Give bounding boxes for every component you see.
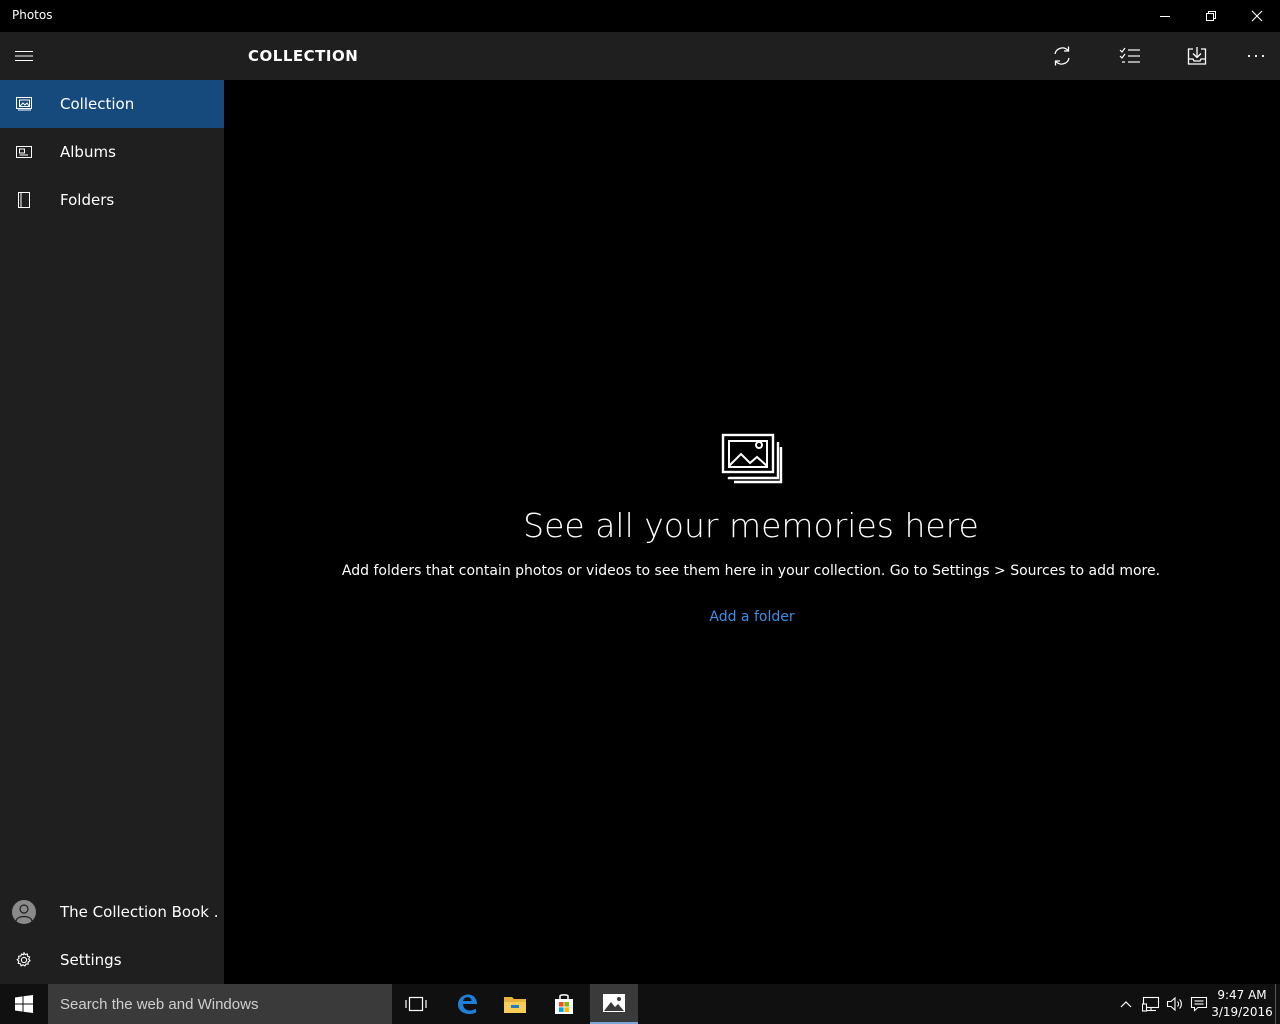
page-title: COLLECTION <box>248 47 359 65</box>
minimize-button[interactable] <box>1142 0 1188 32</box>
title-bar: Photos <box>0 0 1280 32</box>
restore-icon <box>1206 11 1216 21</box>
network-button[interactable] <box>1139 984 1163 1024</box>
windows-logo-icon <box>15 995 33 1013</box>
account-name: The Collection Book . <box>60 903 219 921</box>
album-icon <box>0 128 48 176</box>
volume-button[interactable] <box>1163 984 1187 1024</box>
sidebar-item-collection[interactable]: Collection <box>0 80 224 128</box>
sidebar-item-folders[interactable]: Folders <box>0 176 224 224</box>
sidebar-item-label: Settings <box>60 951 122 969</box>
store-button[interactable] <box>540 984 588 1024</box>
sidebar-item-label: Albums <box>60 143 116 161</box>
close-button[interactable] <box>1234 0 1280 32</box>
header: COLLECTION <box>224 32 1280 80</box>
more-icon <box>1247 54 1265 58</box>
app-title: Photos <box>12 8 53 22</box>
gear-icon <box>0 936 48 984</box>
photos-stack-icon <box>721 433 783 489</box>
sidebar-item-account[interactable]: The Collection Book . <box>0 888 224 936</box>
minimize-icon <box>1160 16 1170 17</box>
sidebar-item-label: Collection <box>60 95 135 113</box>
photos-icon <box>603 994 625 1012</box>
add-folder-link[interactable]: Add a folder <box>224 609 1280 625</box>
sidebar: Collection Albums Folders The Collection… <box>0 32 224 984</box>
task-view-button[interactable] <box>392 984 440 1024</box>
edge-icon <box>458 994 477 1014</box>
close-icon <box>1251 10 1263 22</box>
empty-state-description: Add folders that contain photos or video… <box>341 563 1161 579</box>
clock-time: 9:47 AM <box>1217 988 1267 1002</box>
refresh-button[interactable] <box>1038 32 1086 80</box>
taskbar: 9:47 AM 3/19/2016 <box>0 984 1280 1024</box>
start-button[interactable] <box>0 984 48 1024</box>
avatar <box>12 900 36 924</box>
chevron-up-icon <box>1120 1001 1132 1008</box>
volume-icon <box>1166 996 1182 1012</box>
restore-button[interactable] <box>1188 0 1234 32</box>
notification-icon <box>1190 996 1208 1012</box>
clock-date: 3/19/2016 <box>1211 1005 1273 1019</box>
select-icon <box>1119 47 1140 63</box>
avatar-wrapper <box>0 888 48 936</box>
show-desktop-button[interactable] <box>1275 984 1280 1024</box>
folder-icon <box>0 176 48 224</box>
sidebar-item-label: Folders <box>60 191 115 209</box>
store-icon <box>555 994 573 1014</box>
task-view-icon <box>405 996 427 1012</box>
taskbar-clock[interactable]: 9:47 AM 3/19/2016 <box>1208 987 1276 1021</box>
empty-state-title: See all your memories here <box>523 506 979 545</box>
select-button[interactable] <box>1106 32 1154 80</box>
hamburger-button[interactable] <box>0 32 48 80</box>
sidebar-item-albums[interactable]: Albums <box>0 128 224 176</box>
taskbar-search[interactable] <box>48 984 392 1024</box>
refresh-icon <box>1054 46 1070 66</box>
network-icon <box>1142 996 1160 1012</box>
import-icon <box>1187 47 1207 65</box>
collection-icon <box>0 80 48 128</box>
sidebar-item-settings[interactable]: Settings <box>0 936 224 984</box>
edge-button[interactable] <box>443 984 491 1024</box>
show-hidden-icons-button[interactable] <box>1114 984 1138 1024</box>
file-explorer-button[interactable] <box>491 984 539 1024</box>
search-input[interactable] <box>60 995 380 1013</box>
more-button[interactable] <box>1232 32 1280 80</box>
main-content: See all your memories here Add folders t… <box>224 80 1280 984</box>
file-explorer-icon <box>504 997 526 1013</box>
import-button[interactable] <box>1173 32 1221 80</box>
photos-button[interactable] <box>590 984 638 1024</box>
hamburger-icon <box>15 51 33 61</box>
